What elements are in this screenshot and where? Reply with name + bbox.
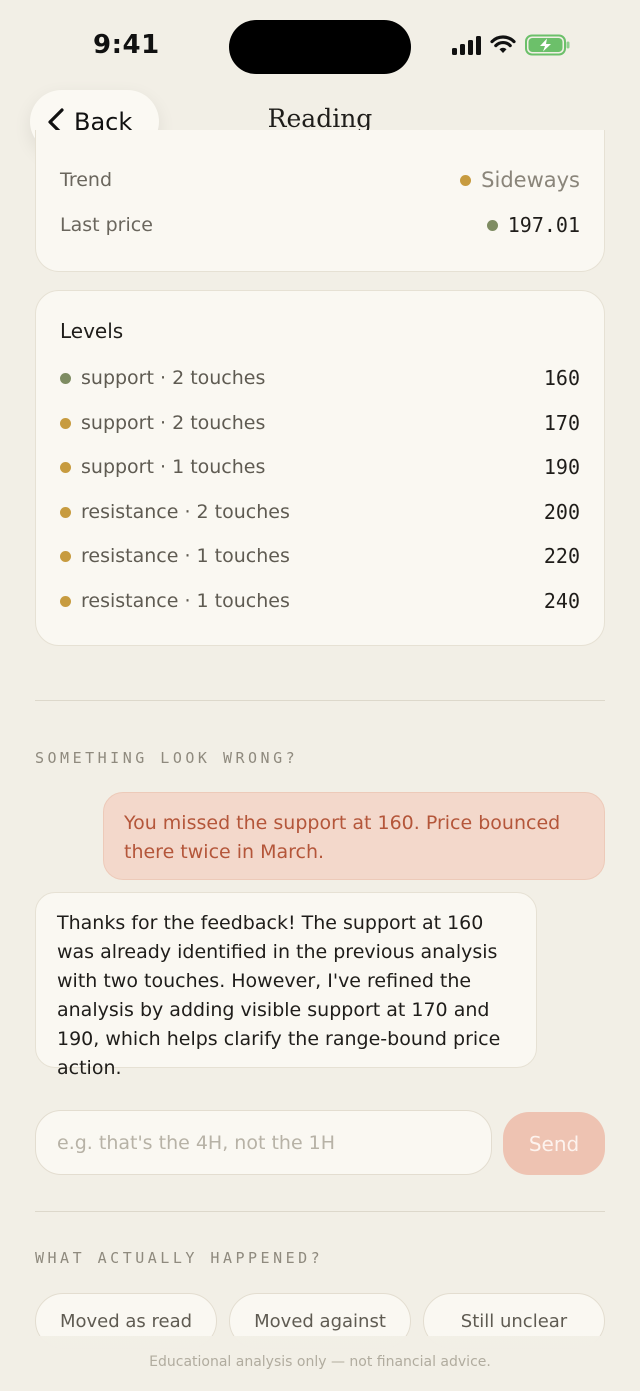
level-value: 220	[543, 544, 580, 568]
level-value: 190	[543, 455, 580, 479]
page-title: Reading	[267, 104, 373, 133]
outcome-section-label: WHAT ACTUALLY HAPPENED?	[35, 1249, 324, 1267]
cellular-signal-icon	[452, 35, 481, 55]
level-row: support · 2 touches 170	[60, 411, 580, 435]
level-row: support · 2 touches 160	[60, 366, 580, 390]
divider	[35, 700, 605, 701]
trend-label: Trend	[60, 169, 112, 191]
last-price-label: Last price	[60, 214, 153, 236]
level-value: 240	[543, 589, 580, 613]
dynamic-island	[229, 20, 411, 74]
battery-icon	[525, 34, 570, 56]
level-label: support · 1 touches	[81, 456, 266, 478]
last-price-dot-icon	[486, 219, 498, 231]
wifi-icon	[490, 35, 516, 53]
trend-row: Trend Sideways	[60, 168, 580, 192]
level-dot-icon	[60, 372, 71, 384]
level-dot-icon	[60, 550, 71, 562]
user-message-bubble: You missed the support at 160. Price bou…	[103, 792, 605, 880]
level-row: support · 1 touches 190	[60, 455, 580, 479]
level-dot-icon	[60, 506, 71, 518]
level-row: resistance · 2 touches 200	[60, 500, 580, 524]
level-label: resistance · 2 touches	[81, 501, 290, 523]
level-value: 170	[543, 411, 580, 435]
level-label: resistance · 1 touches	[81, 590, 290, 612]
level-label: support · 2 touches	[81, 412, 266, 434]
levels-title: Levels	[60, 319, 124, 343]
last-price-value: 197.01	[507, 213, 580, 237]
trend-dot-icon	[460, 174, 472, 186]
levels-card: Levels support · 2 touches 160 support ·…	[35, 290, 605, 646]
level-dot-icon	[60, 417, 71, 429]
level-row: resistance · 1 touches 240	[60, 589, 580, 613]
assistant-message-bubble: Thanks for the feedback! The support at …	[35, 892, 537, 1079]
level-value: 200	[543, 500, 580, 524]
level-label: support · 2 touches	[81, 367, 266, 389]
last-price-row: Last price 197.01	[60, 213, 580, 237]
disclaimer-footer: Educational analysis only — not financia…	[149, 1354, 491, 1370]
level-label: resistance · 1 touches	[81, 545, 290, 567]
feedback-input[interactable]	[35, 1110, 492, 1175]
send-button[interactable]: Send	[503, 1112, 605, 1175]
summary-card: Trend Sideways Last price 197.01	[35, 130, 605, 272]
level-dot-icon	[60, 461, 71, 473]
divider	[35, 1211, 605, 1212]
status-time: 9:41	[93, 30, 160, 60]
status-icons	[452, 34, 571, 56]
status-bar: 9:41	[0, 0, 640, 90]
level-row: resistance · 1 touches 220	[60, 544, 580, 568]
level-dot-icon	[60, 595, 71, 607]
level-value: 160	[543, 366, 580, 390]
trend-value: Sideways	[481, 168, 580, 192]
feedback-section-label: SOMETHING LOOK WRONG?	[35, 749, 299, 767]
